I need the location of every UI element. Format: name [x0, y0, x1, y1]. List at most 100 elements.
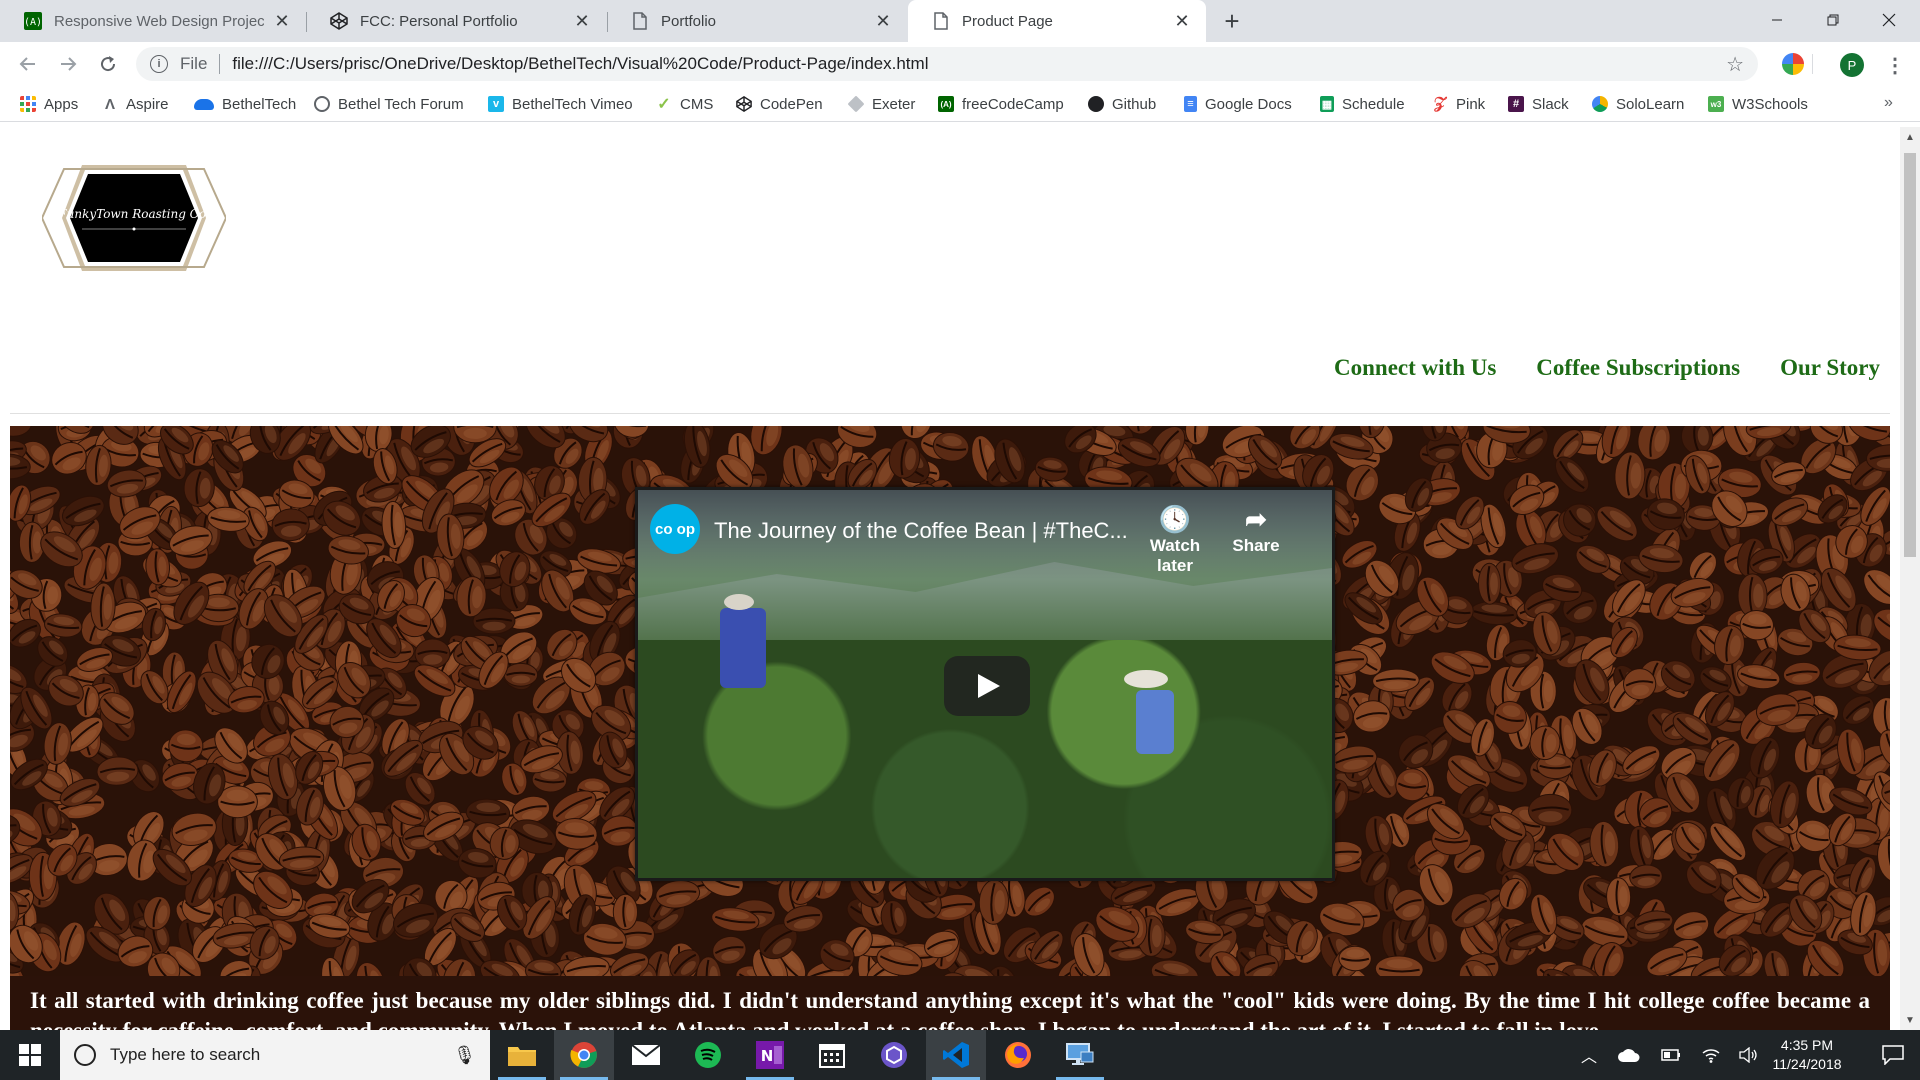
battery-icon[interactable] — [1656, 1030, 1686, 1080]
bookmark-pink[interactable]: 𝒵 Pink — [1432, 94, 1485, 114]
close-window-button[interactable] — [1864, 0, 1914, 40]
farmer-right-hat — [1124, 670, 1168, 688]
github-icon — [1088, 96, 1104, 112]
close-tab-icon[interactable]: ✕ — [572, 11, 592, 31]
nav-coffee-subscriptions[interactable]: Coffee Subscriptions — [1536, 355, 1740, 381]
watch-later-button[interactable]: 🕓 Watch later — [1130, 504, 1220, 576]
sheets-icon: ▦ — [1320, 96, 1334, 112]
vscode-app[interactable] — [926, 1030, 986, 1080]
tab-portfolio[interactable]: Portfolio ✕ — [607, 0, 907, 42]
play-button-icon[interactable] — [944, 656, 1030, 716]
file-explorer-app[interactable] — [492, 1030, 552, 1080]
cortana-icon — [74, 1044, 96, 1066]
bookmark-github[interactable]: Github — [1088, 94, 1156, 114]
scrollbar-thumb[interactable] — [1904, 153, 1916, 557]
back-button[interactable] — [14, 50, 42, 78]
spotify-app[interactable] — [678, 1030, 738, 1080]
document-favicon-icon — [932, 12, 950, 30]
bookmark-freecodecamp[interactable]: (A) freeCodeCamp — [938, 94, 1064, 114]
bookmark-betheltech-vimeo[interactable]: v BethelTech Vimeo — [488, 94, 633, 114]
bookmark-label: BethelTech Vimeo — [512, 95, 633, 113]
onedrive-cloud-icon[interactable] — [1614, 1030, 1644, 1080]
new-tab-button[interactable]: + — [1218, 6, 1246, 36]
page-scrollbar[interactable]: ▲ ▼ — [1900, 127, 1920, 1030]
bookmark-label: W3Schools — [1732, 95, 1808, 113]
bookmark-label: Bethel Tech Forum — [338, 95, 464, 113]
profile-avatar[interactable]: P — [1840, 53, 1864, 77]
close-tab-icon[interactable]: ✕ — [272, 11, 292, 31]
bookmark-apps[interactable]: Apps — [20, 94, 78, 114]
show-hidden-icons-chevron-icon[interactable]: ︿ — [1578, 1030, 1600, 1080]
action-center-icon[interactable] — [1866, 1030, 1920, 1080]
share-button[interactable]: ➦ Share — [1224, 504, 1288, 556]
remote-desktop-app[interactable] — [1050, 1030, 1110, 1080]
bookmark-label: Slack — [1532, 95, 1569, 113]
bookmark-schedule[interactable]: ▦ Schedule — [1320, 94, 1405, 114]
address-bar[interactable]: i File file:///C:/Users/prisc/OneDrive/D… — [136, 47, 1758, 81]
bookmark-slack[interactable]: # Slack — [1508, 94, 1569, 114]
site-info-icon[interactable]: i — [150, 55, 168, 73]
nav-connect-with-us[interactable]: Connect with Us — [1334, 355, 1496, 381]
search-placeholder: Type here to search — [110, 1045, 261, 1064]
farmer-right — [1136, 690, 1174, 754]
bookmark-google-docs[interactable]: ≡ Google Docs — [1184, 94, 1292, 114]
chrome-menu-icon[interactable]: ⋮ — [1885, 51, 1905, 79]
nav-our-story[interactable]: Our Story — [1780, 355, 1880, 381]
firefox-icon — [1005, 1042, 1031, 1068]
scroll-down-arrow-icon[interactable]: ▼ — [1900, 1010, 1920, 1030]
firefox-app[interactable] — [988, 1030, 1048, 1080]
freecodecamp-favicon-icon: (A) — [24, 12, 42, 30]
bookmark-exeter[interactable]: Exeter — [847, 94, 915, 114]
forward-button[interactable] — [54, 50, 82, 78]
bookmark-betheltech[interactable]: BethelTech — [194, 94, 296, 114]
bookmark-label: Github — [1112, 95, 1157, 113]
microphone-icon[interactable]: 🎙 — [453, 1045, 476, 1066]
more-bookmarks-icon[interactable]: » — [1884, 94, 1893, 112]
tab-title: Portfolio — [661, 12, 717, 30]
tab-strip: (A) Responsive Web Design Projects ✕ FCC… — [0, 0, 1920, 42]
system-clock[interactable]: 4:35 PM 11/24/2018 — [1762, 1036, 1852, 1074]
calendar-app[interactable] — [802, 1030, 862, 1080]
close-tab-icon[interactable]: ✕ — [873, 11, 893, 31]
tab-product-page[interactable]: Product Page ✕ — [908, 0, 1206, 42]
tab-title: Product Page — [962, 12, 1053, 30]
chrome-app[interactable] — [554, 1030, 614, 1080]
onenote-app[interactable]: N — [740, 1030, 800, 1080]
slack-icon: # — [1508, 96, 1524, 112]
bookmark-aspire[interactable]: Λ Aspire — [102, 94, 169, 114]
tab-responsive-web-design[interactable]: (A) Responsive Web Design Projects ✕ — [0, 0, 306, 42]
clock-date: 11/24/2018 — [1772, 1056, 1842, 1072]
vpn-app[interactable] — [864, 1030, 924, 1080]
reload-button[interactable] — [94, 50, 122, 78]
scroll-up-arrow-icon[interactable]: ▲ — [1900, 127, 1920, 147]
restore-button[interactable] — [1808, 0, 1858, 40]
embedded-video-player[interactable]: co op The Journey of the Coffee Bean | #… — [635, 487, 1335, 881]
video-title[interactable]: The Journey of the Coffee Bean | #TheC..… — [714, 518, 1128, 544]
toolbar-divider — [1812, 54, 1813, 74]
funkytown-logo[interactable]: FunkyTown Roasting Co. — [40, 161, 228, 275]
wifi-icon[interactable] — [1696, 1030, 1726, 1080]
bookmark-star-icon[interactable]: ☆ — [1726, 52, 1744, 77]
bookmark-codepen[interactable]: CodePen — [736, 94, 823, 114]
volume-icon[interactable] — [1734, 1030, 1764, 1080]
codepen-icon — [736, 96, 752, 112]
channel-avatar[interactable]: co op — [650, 504, 700, 554]
pink-icon: 𝒵 — [1433, 95, 1447, 112]
bookmark-cms[interactable]: ✓ CMS — [656, 94, 713, 114]
bookmark-w3schools[interactable]: w3 W3Schools — [1708, 94, 1808, 114]
w3schools-icon: w3 — [1708, 96, 1724, 112]
close-tab-icon[interactable]: ✕ — [1172, 11, 1192, 31]
start-button[interactable] — [0, 1030, 60, 1080]
page-viewport: FunkyTown Roasting Co. Connect with Us C… — [0, 127, 1900, 1030]
taskbar-search[interactable]: Type here to search 🎙 — [60, 1030, 490, 1080]
bookmark-bethel-tech-forum[interactable]: Bethel Tech Forum — [314, 94, 464, 114]
chrome-icon — [570, 1042, 597, 1068]
extension-icon[interactable] — [1782, 53, 1804, 75]
tab-fcc-personal-portfolio[interactable]: FCC: Personal Portfolio ✕ — [306, 0, 606, 42]
bookmark-sololearn[interactable]: SoloLearn — [1592, 94, 1684, 114]
vimeo-icon: v — [488, 96, 504, 112]
minimize-button[interactable] — [1752, 0, 1802, 40]
url-text[interactable]: file:///C:/Users/prisc/OneDrive/Desktop/… — [232, 54, 928, 74]
our-story-text: It all started with drinking coffee just… — [10, 976, 1890, 1030]
mail-app[interactable] — [616, 1030, 676, 1080]
